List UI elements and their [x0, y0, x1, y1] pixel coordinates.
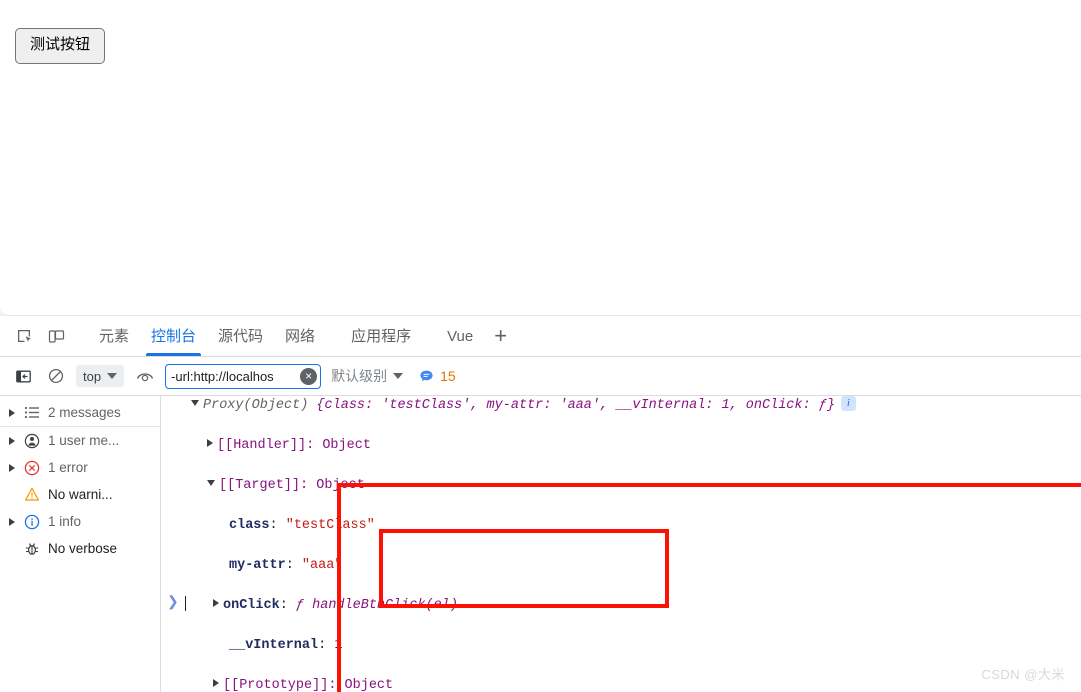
error-icon	[19, 460, 45, 476]
property-key: __vInternal	[229, 638, 318, 653]
log-level-selector[interactable]: 默认级别	[331, 366, 403, 386]
console-property-onclick[interactable]: onClick: ƒ handleBtnClick(el)	[161, 596, 1081, 616]
device-toolbar-icon[interactable]	[42, 323, 70, 349]
handler-label: [[Handler]]: Object	[217, 438, 371, 453]
tab-network[interactable]: 网络	[274, 317, 326, 356]
execution-context-selector[interactable]: top	[76, 365, 124, 387]
sidebar-item-label: No verbose	[45, 541, 117, 556]
test-button[interactable]: 测试按钮	[15, 28, 105, 64]
sidebar-item-messages[interactable]: 2 messages	[0, 399, 160, 427]
console-log-entry[interactable]: Proxy(Object) {class: 'testClass', my-at…	[161, 396, 1081, 416]
watermark: CSDN @大米	[981, 664, 1065, 683]
tab-console[interactable]: 控制台	[140, 317, 207, 356]
collapse-triangle-icon[interactable]	[213, 679, 219, 687]
chevron-right-icon[interactable]	[5, 437, 19, 445]
tab-sources[interactable]: 源代码	[207, 317, 274, 356]
console-sidebar: 2 messages 1 user me...	[0, 396, 161, 692]
inspect-element-icon[interactable]	[10, 323, 38, 349]
console-property-my-attr[interactable]: my-attr: "aaa"	[161, 556, 1081, 576]
console-prompt[interactable]: ❯	[161, 592, 186, 614]
chevron-right-icon[interactable]	[5, 464, 19, 472]
console-tree-row-handler[interactable]: [[Handler]]: Object	[161, 436, 1081, 456]
live-expression-icon[interactable]	[132, 364, 158, 388]
message-count-value: 15	[440, 368, 456, 384]
add-tab-button[interactable]: +	[484, 325, 517, 347]
console-filter-field[interactable]: ×	[165, 364, 321, 389]
page-viewport: 测试按钮	[0, 0, 1081, 316]
property-value: "testClass"	[286, 518, 375, 533]
console-output[interactable]: Proxy(Object) {class: 'testClass', my-at…	[161, 396, 1081, 692]
message-bubble-icon	[419, 369, 434, 384]
warning-icon	[19, 487, 45, 502]
sidebar-item-warnings[interactable]: No warni...	[0, 481, 160, 508]
property-value: ƒ handleBtnClick(el)	[296, 598, 458, 613]
text-caret	[185, 596, 186, 611]
log-level-label: 默认级别	[331, 366, 387, 386]
chevron-down-icon	[393, 373, 403, 379]
devtools-panel: 元素 控制台 源代码 网络 应用程序 Vue + top	[0, 316, 1081, 691]
expand-triangle-icon[interactable]	[207, 480, 215, 486]
console-sidebar-toggle-icon[interactable]	[10, 364, 36, 388]
proxy-type-label: Proxy(Object)	[203, 398, 308, 413]
sidebar-item-user-messages[interactable]: 1 user me...	[0, 427, 160, 454]
annotation-rectangle-outer	[337, 483, 1081, 692]
chevron-right-icon[interactable]	[5, 518, 19, 526]
property-key: class	[229, 518, 270, 533]
list-icon	[19, 406, 45, 419]
property-value: 1	[334, 638, 342, 653]
collapse-triangle-icon[interactable]	[207, 439, 213, 447]
execution-context-label: top	[83, 369, 101, 384]
console-property-vinternal[interactable]: __vInternal: 1	[161, 636, 1081, 656]
property-key: my-attr	[229, 558, 286, 573]
info-icon	[19, 514, 45, 530]
sidebar-item-label: 2 messages	[45, 405, 121, 420]
close-icon[interactable]: ×	[300, 368, 317, 385]
devtools-tabstrip: 元素 控制台 源代码 网络 应用程序 Vue +	[0, 316, 1081, 357]
proxy-preview: {class: 'testClass', my-attr: 'aaa', __v…	[308, 398, 835, 413]
sidebar-item-label: 1 user me...	[45, 433, 119, 448]
console-tree-row-prototype[interactable]: [[Prototype]]: Object	[161, 676, 1081, 692]
tab-application[interactable]: 应用程序	[340, 317, 422, 356]
target-label: [[Target]]: Object	[219, 478, 365, 493]
search-input[interactable]	[166, 369, 307, 384]
expand-triangle-icon[interactable]	[191, 400, 199, 406]
chevron-down-icon	[107, 373, 117, 379]
bug-icon	[19, 541, 45, 557]
property-value: "aaa"	[302, 558, 343, 573]
clear-console-icon[interactable]	[43, 364, 69, 388]
tab-vue[interactable]: Vue	[436, 317, 484, 356]
sidebar-item-verbose[interactable]: No verbose	[0, 535, 160, 562]
prompt-arrow-icon: ❯	[167, 592, 179, 614]
message-count-badge[interactable]: 15	[419, 368, 456, 384]
console-property-class[interactable]: class: "testClass"	[161, 516, 1081, 536]
collapse-triangle-icon[interactable]	[213, 599, 219, 607]
user-message-icon	[19, 433, 45, 449]
prototype-label: [[Prototype]]: Object	[223, 678, 393, 692]
console-tree-row-target[interactable]: [[Target]]: Object	[161, 476, 1081, 496]
sidebar-item-label: 1 info	[45, 514, 81, 529]
chevron-right-icon[interactable]	[5, 409, 19, 417]
sidebar-item-info[interactable]: 1 info	[0, 508, 160, 535]
console-body: 2 messages 1 user me...	[0, 396, 1081, 692]
info-badge[interactable]: i	[841, 396, 856, 411]
sidebar-item-label: 1 error	[45, 460, 88, 475]
sidebar-item-label: No warni...	[45, 487, 113, 502]
console-toolbar: top × 默认级别 15	[0, 357, 1081, 396]
property-key: onClick	[223, 598, 280, 613]
tab-elements[interactable]: 元素	[88, 317, 140, 356]
sidebar-item-errors[interactable]: 1 error	[0, 454, 160, 481]
